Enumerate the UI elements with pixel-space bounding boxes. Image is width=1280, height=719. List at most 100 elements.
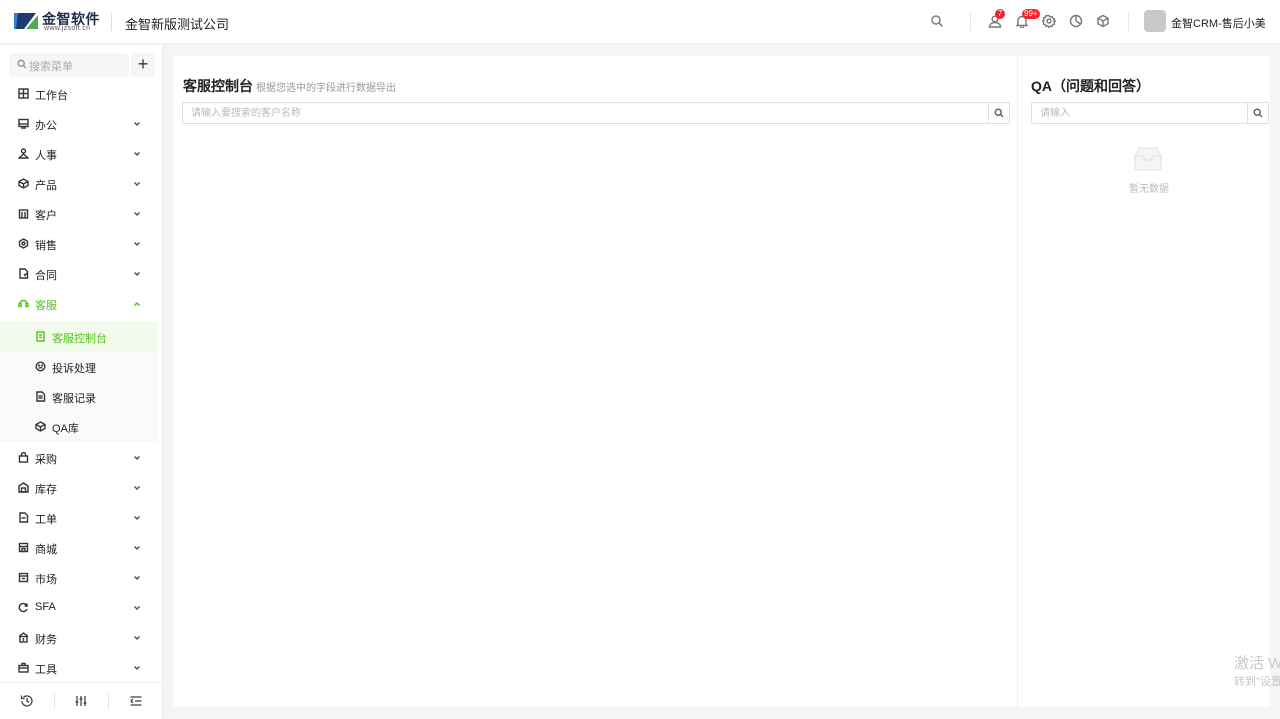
sidebar-item-mall[interactable]: 商城 <box>0 533 162 563</box>
sidebar-item-label: 采购 <box>35 454 57 466</box>
submenu-item-label: 投诉处理 <box>52 363 96 375</box>
service-console-panel: 客服控制台 根据您选中的字段进行数据导出 <box>174 56 1018 707</box>
bell-icon[interactable]: 99+ <box>1015 9 1040 28</box>
chevron-down-icon <box>132 542 144 554</box>
avatar[interactable] <box>1144 10 1166 32</box>
sidebar-item-label: 产品 <box>35 180 57 192</box>
tools-icon <box>18 662 30 674</box>
submenu-item-record[interactable]: 客服记录 <box>0 382 158 412</box>
activation-watermark-sub: 转到"设置 <box>1234 676 1280 688</box>
sidebar-item-label: 商城 <box>35 544 57 556</box>
finance-icon <box>18 632 30 644</box>
sidebar-item-label: 工具 <box>35 664 57 676</box>
sidebar-item-label: 办公 <box>35 120 57 132</box>
footer-separator <box>108 693 109 709</box>
company-name: 金智新版测试公司 <box>125 17 230 32</box>
history-icon[interactable] <box>20 694 34 708</box>
sidebar-item-label: 财务 <box>35 634 57 646</box>
contacts-icon[interactable]: 7 <box>988 9 1005 28</box>
sidebar-item-label: SFA <box>35 601 56 613</box>
qa-title: QA（问题和回答） <box>1031 78 1150 94</box>
submenu-item-console[interactable]: 客服控制台 <box>0 322 158 352</box>
sfa-icon <box>18 602 30 614</box>
sidebar-item-finance[interactable]: 财务 <box>0 623 162 653</box>
customer-search-input[interactable] <box>183 103 989 123</box>
search-icon[interactable] <box>930 14 944 28</box>
chevron-down-icon <box>132 512 144 524</box>
collapse-menu-icon[interactable] <box>129 694 143 708</box>
sliders-icon[interactable] <box>74 694 88 708</box>
page-title: 客服控制台 <box>183 78 253 94</box>
submenu-item-complaint[interactable]: 投诉处理 <box>0 352 158 382</box>
cube-icon[interactable] <box>1096 14 1110 28</box>
chevron-down-icon <box>132 208 144 220</box>
qa-empty-text: 暂无数据 <box>1129 184 1169 195</box>
chevron-down-icon <box>132 268 144 280</box>
qa-icon <box>35 421 47 433</box>
sidebar-item-label: 客服 <box>35 300 57 312</box>
submenu-item-label: 客服记录 <box>52 393 96 405</box>
sidebar-item-label: 工作台 <box>35 90 68 102</box>
sidebar-item-tools[interactable]: 工具 <box>0 653 162 683</box>
customer-search-button[interactable] <box>988 103 1009 123</box>
empty-inbox-icon <box>1134 147 1162 171</box>
gear-icon[interactable] <box>1042 14 1056 28</box>
sidebar-item-workorder[interactable]: 工单 <box>0 503 162 533</box>
chevron-down-icon <box>132 482 144 494</box>
customer-search <box>182 102 1010 124</box>
purchase-icon <box>18 451 30 464</box>
main-content: 客服控制台 根据您选中的字段进行数据导出 QA（问题和回答） 暂无数据 <box>174 56 1270 707</box>
sidebar-item-sales[interactable]: 销售 <box>0 229 162 259</box>
search-icon <box>994 108 1004 118</box>
record-icon <box>35 391 47 403</box>
chevron-down-icon <box>132 602 144 614</box>
sidebar-item-label: 人事 <box>35 150 57 162</box>
sidebar-item-market[interactable]: 市场 <box>0 563 162 593</box>
page-subtitle: 根据您选中的字段进行数据导出 <box>256 83 396 94</box>
customer-icon <box>18 208 30 220</box>
logo-mark-icon <box>14 13 38 29</box>
submenu-item-qa[interactable]: QA库 <box>0 412 158 442</box>
sidebar-item-sfa[interactable]: SFA <box>0 593 162 623</box>
sidebar-item-label: 库存 <box>35 484 57 496</box>
chevron-down-icon <box>132 452 144 464</box>
chevron-down-icon <box>132 178 144 190</box>
header-separator <box>1128 13 1129 31</box>
workbench-icon <box>18 88 30 100</box>
sidebar-item-hr[interactable]: 人事 <box>0 139 162 169</box>
user-name[interactable]: 金智CRM-售后小美 <box>1171 15 1266 31</box>
sidebar-item-service[interactable]: 客服 <box>0 289 162 319</box>
sidebar-item-label: 客户 <box>35 210 57 222</box>
office-icon <box>18 118 30 130</box>
console-icon <box>35 331 47 343</box>
logo[interactable]: 金智软件 www.jzsoft.cn <box>14 9 102 35</box>
sidebar-item-product[interactable]: 产品 <box>0 169 162 199</box>
submenu-item-label: QA库 <box>52 423 79 435</box>
notification-badge: 99+ <box>1022 9 1040 19</box>
qa-search-input[interactable] <box>1032 103 1248 123</box>
service-submenu: 客服控制台 投诉处理 客服记录 QA库 <box>0 321 158 442</box>
pie-chart-icon[interactable] <box>1069 14 1083 28</box>
contract-icon <box>18 268 30 280</box>
sidebar-item-label: 合同 <box>35 270 57 282</box>
market-icon <box>18 572 30 584</box>
top-header: 金智软件 www.jzsoft.cn 金智新版测试公司 7 99+ 金智CRM-… <box>0 0 1280 44</box>
add-menu-button[interactable]: + <box>131 53 155 77</box>
sidebar-item-contract[interactable]: 合同 <box>0 259 162 289</box>
chevron-down-icon <box>132 662 144 674</box>
search-icon <box>17 59 27 69</box>
sidebar-item-label: 销售 <box>35 240 57 252</box>
qa-empty-state: 暂无数据 <box>1129 146 1169 206</box>
sidebar-footer <box>0 682 162 719</box>
chevron-up-icon <box>132 298 144 310</box>
sidebar-item-office[interactable]: 办公 <box>0 109 162 139</box>
menu-search[interactable]: 搜索菜单 <box>9 53 129 77</box>
sidebar-item-label: 工单 <box>35 514 57 526</box>
sidebar-item-customer[interactable]: 客户 <box>0 199 162 229</box>
sidebar-item-workbench[interactable]: 工作台 <box>0 79 162 109</box>
sidebar-item-inventory[interactable]: 库存 <box>0 473 162 503</box>
qa-search-button[interactable] <box>1247 103 1268 123</box>
chevron-down-icon <box>132 118 144 130</box>
sidebar-item-purchase[interactable]: 采购 <box>0 443 162 473</box>
service-icon <box>18 298 30 310</box>
